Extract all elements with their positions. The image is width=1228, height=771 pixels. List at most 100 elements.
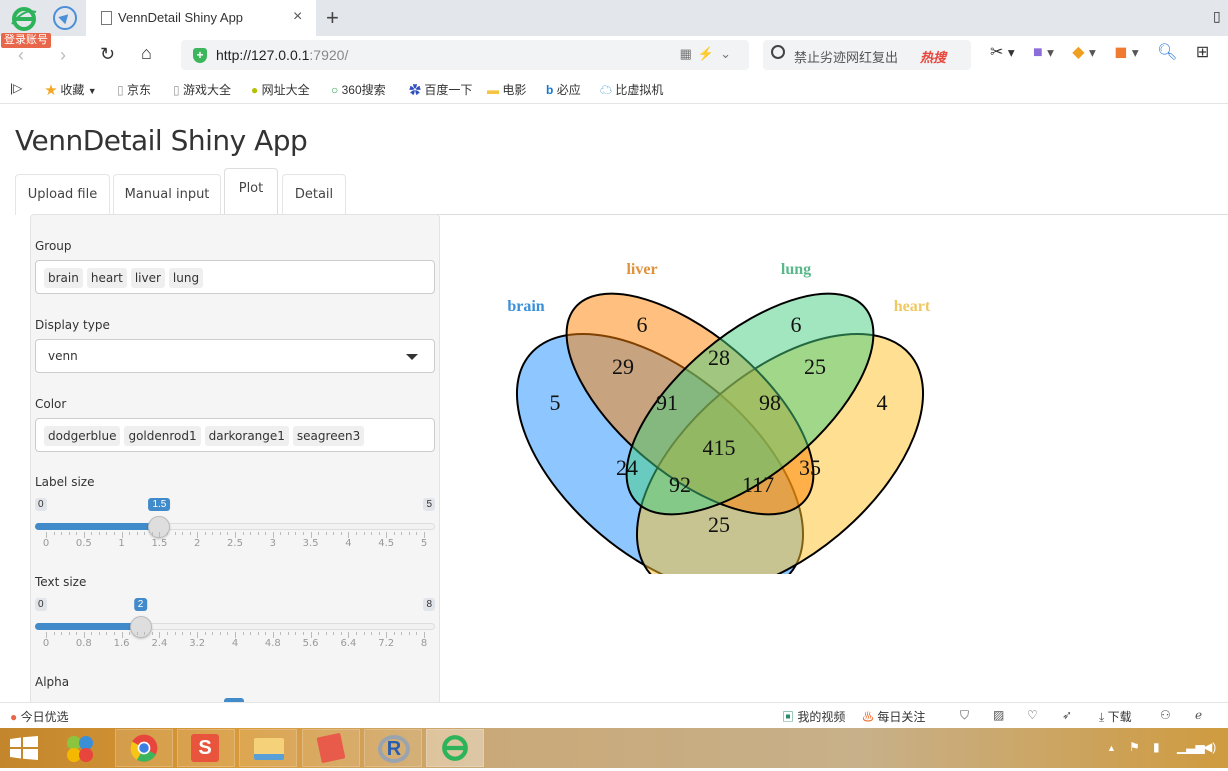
start-button[interactable] (10, 736, 38, 760)
color-chip[interactable]: goldenrod1 (124, 426, 201, 446)
back-button[interactable]: ‹ (18, 45, 24, 66)
slider-tick (416, 532, 418, 535)
plot-options-panel: Group brain heart liver lung Display type v… (30, 214, 440, 702)
qr-code-icon[interactable]: ▦ (680, 46, 698, 61)
group-chip[interactable]: heart (86, 268, 127, 288)
bookmark-baidu[interactable]: ✿ 百度一下 (409, 81, 472, 98)
venn-region-count: 28 (708, 345, 730, 370)
close-tab-icon[interactable]: × (293, 8, 302, 26)
taskbar-r[interactable]: R (364, 729, 422, 767)
bookmark-sites[interactable]: ● 网址大全 (251, 81, 310, 98)
translate-icon[interactable]: ■ ▾ (1033, 44, 1054, 62)
tab-plot[interactable]: Plot (224, 168, 278, 216)
tab-detail[interactable]: Detail (282, 174, 346, 215)
slider-tick-label: 1.5 (151, 538, 168, 549)
rocket-icon[interactable]: ➶ (1062, 708, 1072, 722)
slider-tick-label: 5 (420, 538, 428, 549)
bookmark-label: 京东 (126, 83, 151, 97)
slider-tick (174, 532, 176, 535)
daily-follow[interactable]: ♨ 每日关注 (862, 708, 925, 725)
slider-tick (371, 632, 373, 635)
magnifier-icon[interactable]: 🔍︎ (1157, 42, 1177, 62)
group-chip[interactable]: liver (130, 268, 165, 288)
home-button[interactable]: ⌂ (141, 43, 152, 64)
taskbar-chrome[interactable] (115, 729, 173, 767)
slider-tick (242, 532, 244, 535)
group-label: Group (35, 239, 72, 253)
apps-grid-icon[interactable]: ⊞ (1196, 42, 1209, 62)
slider-tick (136, 632, 138, 635)
taskbar-browser[interactable] (426, 729, 484, 767)
forward-button[interactable]: › (60, 45, 66, 66)
slider-tick-label: 4 (345, 538, 352, 549)
taskbar-editor[interactable] (302, 729, 360, 767)
bookmark-games[interactable]: ▯ 游戏大全 (173, 81, 231, 98)
my-videos[interactable]: ▣ 我的视频 (782, 708, 845, 725)
text-size-slider[interactable]: 0 8 2 0 0.8 1.6 2.4 3.2 4 4.8 5.6 6.4 7.2 8 (35, 598, 435, 658)
taskbar-snagit[interactable]: S (177, 729, 235, 767)
sidebar-toggle-icon[interactable]: |▷ (10, 81, 22, 95)
tray-action-center-icon[interactable]: ⚑ (1129, 740, 1140, 754)
bookmark-360[interactable]: ○ 360搜索 (331, 81, 386, 98)
shirt-icon[interactable]: ▯ (1213, 8, 1221, 25)
lightning-icon[interactable]: ⚡ (698, 46, 720, 61)
display-type-select[interactable]: venn (35, 339, 435, 373)
incognito-icon[interactable]: ⚇ (1160, 708, 1171, 722)
group-chip[interactable]: lung (168, 268, 204, 288)
venn-region-count: 25 (804, 354, 826, 379)
slider-tick (318, 532, 320, 535)
navigate-icon[interactable] (53, 6, 77, 30)
tray-show-hidden-icon[interactable]: ▲ (1107, 743, 1116, 753)
color-label: Color (35, 397, 67, 411)
today-picks[interactable]: ● 今日优选 (10, 708, 69, 725)
secure-shield-icon: + (193, 48, 207, 63)
download-icon: ⤓ (1099, 710, 1105, 724)
display-type-label: Display type (35, 318, 110, 332)
tray-volume-icon[interactable]: ◀) (1203, 740, 1216, 754)
url-text[interactable]: http://127.0.0.1:7920/ (216, 47, 348, 63)
ie-mode-icon[interactable]: ℯ (1195, 708, 1202, 722)
folder-icon (254, 738, 284, 760)
color-chip[interactable]: seagreen3 (292, 426, 365, 446)
new-tab-button[interactable]: + (326, 5, 339, 31)
group-select[interactable]: brain heart liver lung (35, 260, 435, 294)
bookmark-vm[interactable]: ☁ 比虚拟机 (600, 81, 663, 98)
browser-logo-icon[interactable] (10, 6, 38, 32)
slider-handle[interactable] (129, 616, 152, 638)
download-button[interactable]: ⤓ 下载 (1099, 708, 1132, 725)
search-placeholder[interactable]: 禁止劣迹网红复出 (794, 47, 898, 66)
bookmark-label: 必应 (556, 83, 581, 97)
label-size-slider[interactable]: 0 5 1.5 0 0.5 1 1.5 2 2.5 3 3.5 4 4.5 5 (35, 498, 435, 558)
browser-tab-active[interactable]: VennDetail Shiny App × (86, 0, 316, 36)
shield-status-icon[interactable]: ⛉ (960, 708, 969, 723)
slider-tick (91, 632, 93, 635)
bookmark-movies[interactable]: ▬ 电影 (487, 81, 526, 98)
slider-tick (408, 632, 410, 635)
address-bar[interactable]: + http://127.0.0.1:7920/ ▦⚡⌄ (181, 40, 749, 70)
health-icon[interactable]: ♡ (1027, 708, 1038, 722)
bookmark-favorites[interactable]: ★ 收藏 ▼ (45, 81, 97, 98)
tab-manual-input[interactable]: Manual input (113, 174, 221, 215)
reload-button[interactable]: ↻ (100, 44, 115, 65)
color-chip[interactable]: dodgerblue (44, 426, 121, 446)
image-icon[interactable]: ▨ (993, 708, 1004, 722)
scissors-icon[interactable]: ✂ ▾ (990, 42, 1015, 62)
tab-upload-file[interactable]: Upload file (15, 174, 110, 215)
tray-battery-icon[interactable]: ▮ (1153, 740, 1160, 754)
slider-tick (98, 532, 100, 535)
color-chip[interactable]: darkorange1 (204, 426, 289, 446)
slider-tick (53, 532, 55, 535)
color-select[interactable]: dodgerblue goldenrod1 darkorange1 seagreen3 (35, 418, 435, 452)
hot-search-label[interactable]: 热搜 (920, 47, 946, 66)
login-badge[interactable]: 登录账号 (1, 33, 51, 48)
chevron-down-icon[interactable]: ⌄ (720, 46, 737, 61)
search-box[interactable]: 禁止劣迹网红复出 热搜 (763, 40, 971, 70)
tray-network-icon[interactable]: ▁▃▅ (1177, 740, 1205, 754)
coupon-icon[interactable]: ◆ ▾ (1072, 42, 1095, 62)
app-launcher-icon[interactable] (64, 734, 96, 764)
taskbar-file-explorer[interactable] (239, 729, 297, 767)
bookmark-jd[interactable]: ▯ 京东 (117, 81, 151, 98)
group-chip[interactable]: brain (44, 268, 83, 288)
game-icon[interactable]: ◼ ▾ (1114, 42, 1138, 62)
bookmark-bing[interactable]: b 必应 (546, 81, 581, 98)
